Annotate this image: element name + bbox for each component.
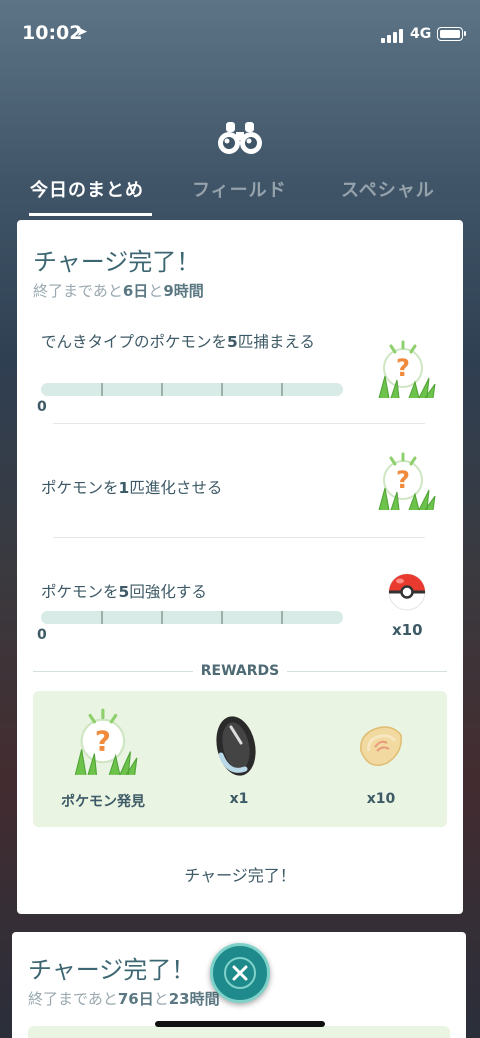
signal-icon — [381, 29, 405, 43]
mystery-encounter-icon: ? — [375, 450, 439, 518]
tab-bar: 今日のまとめ フィールド スペシャル — [0, 170, 480, 220]
home-indicator[interactable] — [155, 1021, 325, 1027]
svg-text:?: ? — [95, 724, 111, 757]
task-text: でんきタイプのポケモンを5匹捕まえる — [41, 333, 315, 351]
card-time-remaining: 終了まであと6日と9時間 — [33, 282, 204, 300]
location-arrow-icon: ➤ — [76, 24, 88, 40]
tab-special[interactable]: スペシャル — [341, 176, 435, 202]
network-type: 4G — [410, 26, 432, 42]
task-progress-count: 0 — [37, 399, 47, 415]
task-text: ポケモンを5回強化する — [41, 583, 207, 601]
svg-text:?: ? — [396, 354, 410, 382]
task-divider — [53, 537, 425, 538]
tab-today[interactable]: 今日のまとめ — [30, 176, 144, 202]
mystery-encounter-icon: ? — [71, 707, 139, 781]
rewards-panel — [28, 1026, 450, 1038]
reward-label: x10 — [366, 791, 396, 807]
card-footer-status: チャージ完了！ — [184, 866, 296, 885]
sinnoh-stone-icon — [213, 713, 259, 783]
card-title: チャージ完了！ — [33, 248, 201, 276]
task-divider — [53, 423, 425, 424]
task-text: ポケモンを1匹進化させる — [41, 479, 223, 497]
rare-candy-icon — [355, 721, 405, 775]
binoculars-icon — [218, 122, 262, 154]
status-bar: 10:02 ➤ 4G — [0, 0, 480, 60]
tab-field[interactable]: フィールド — [192, 176, 287, 202]
active-tab-indicator — [29, 213, 152, 216]
card-title: チャージ完了！ — [28, 956, 196, 984]
reward-label: ポケモン発見 — [61, 794, 145, 810]
battery-icon — [437, 27, 466, 41]
reward-count: x10 — [392, 621, 423, 639]
status-time: 10:02 — [22, 22, 83, 44]
task-progress-bar — [41, 383, 343, 396]
rewards-divider-right — [287, 671, 447, 672]
rewards-panel: ? ポケモン発見 x1 x10 — [33, 691, 447, 827]
reward-label: x1 — [229, 791, 249, 807]
poke-ball-icon — [387, 572, 427, 616]
close-icon — [224, 957, 256, 989]
svg-text:?: ? — [396, 466, 410, 494]
research-card: チャージ完了！ 終了まであと6日と9時間 でんきタイプのポケモンを5匹捕まえる … — [17, 220, 463, 914]
task-progress-count: 0 — [37, 627, 47, 643]
task-progress-bar — [41, 611, 343, 624]
close-button[interactable] — [210, 943, 270, 1003]
mystery-encounter-icon: ? — [375, 338, 439, 406]
card-time-remaining: 終了まであと76日と23時間 — [28, 990, 220, 1008]
